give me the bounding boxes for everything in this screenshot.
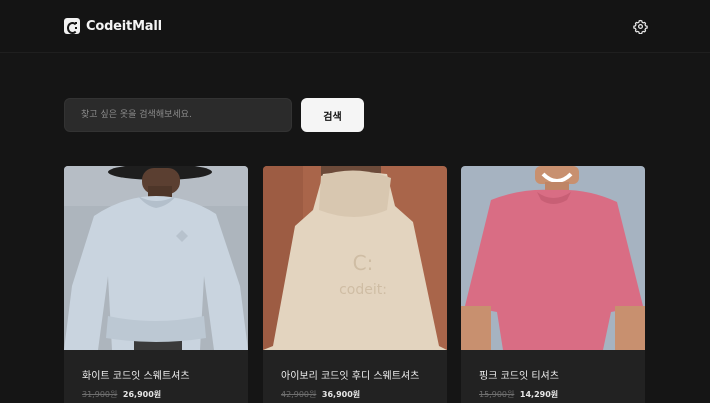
product-name[interactable]: 화이트 코드잇 스웨트셔츠 (82, 367, 230, 382)
brand-logo[interactable]: CodeitMall (64, 18, 162, 34)
sale-price: 26,900원 (122, 390, 162, 399)
original-price: 42,900원 (281, 390, 317, 399)
product-image-ivory-hoodie[interactable]: C: codeit: (263, 166, 447, 350)
logo-icon (64, 18, 80, 34)
brand-name: CodeitMall (86, 18, 162, 34)
product-name[interactable]: 핑크 코드잇 티셔츠 (479, 367, 627, 382)
search-input[interactable] (64, 98, 292, 132)
original-price: 15,900원 (479, 390, 515, 399)
product-info: 핑크 코드잇 티셔츠 15,900원 14,290원 (461, 350, 645, 403)
product-prices: 15,900원 14,290원 (479, 389, 627, 400)
product-prices: 42,900원 36,900원 (281, 389, 429, 400)
svg-text:C:: C: (353, 251, 374, 275)
product-prices: 31,900원 26,900원 (82, 389, 230, 400)
product-name[interactable]: 아이보리 코드잇 후디 스웨트셔츠 (281, 367, 429, 382)
product-card[interactable]: C: codeit: 아이보리 코드잇 후디 스웨트셔츠 42,900원 36,… (263, 166, 447, 403)
sale-price: 36,900원 (321, 390, 361, 399)
product-info: 아이보리 코드잇 후디 스웨트셔츠 42,900원 36,900원 (263, 350, 447, 403)
product-image-white-sweatshirt[interactable] (64, 166, 248, 350)
search-button[interactable]: 검색 (301, 98, 364, 132)
original-price: 31,900원 (82, 390, 118, 399)
sale-price: 14,290원 (519, 390, 559, 399)
product-card[interactable]: 화이트 코드잇 스웨트셔츠 31,900원 26,900원 (64, 166, 248, 403)
product-info: 화이트 코드잇 스웨트셔츠 31,900원 26,900원 (64, 350, 248, 403)
svg-text:codeit:: codeit: (339, 282, 387, 298)
top-navigation-bar: CodeitMall (0, 0, 710, 53)
product-image-pink-tshirt[interactable] (461, 166, 645, 350)
product-card[interactable]: 핑크 코드잇 티셔츠 15,900원 14,290원 (461, 166, 645, 403)
gear-icon[interactable] (633, 19, 648, 34)
